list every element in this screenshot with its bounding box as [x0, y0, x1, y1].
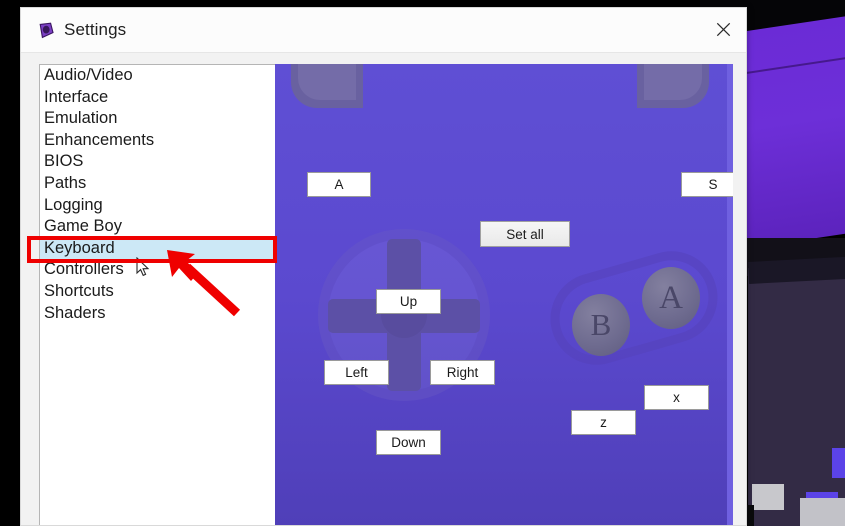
sidebar-item-shaders[interactable]: Shaders: [40, 303, 284, 325]
settings-window: Settings Audio/Video Interface Emulation: [20, 7, 747, 526]
sidebar-item-keyboard[interactable]: Keyboard: [40, 237, 284, 260]
set-all-label: Set all: [506, 226, 544, 242]
close-icon[interactable]: [700, 8, 746, 51]
gamepad-button-b-glyph: B: [590, 307, 612, 342]
settings-category-list[interactable]: Audio/Video Interface Emulation Enhancem…: [39, 64, 285, 525]
binding-field-shoulder-left[interactable]: A: [307, 172, 371, 197]
binding-value: Left: [345, 365, 368, 380]
binding-field-button-b[interactable]: z: [571, 410, 636, 435]
sidebar-item-label: Enhancements: [44, 130, 155, 149]
binding-value: A: [334, 177, 344, 192]
binding-value: Right: [446, 365, 479, 380]
sidebar-item-label: Controllers: [44, 260, 124, 279]
window-content: Audio/Video Interface Emulation Enhancem…: [21, 52, 746, 525]
app-diamond-icon: [36, 21, 55, 40]
binding-value: x: [673, 390, 680, 405]
shoulder-button-right-inner: [644, 64, 702, 100]
set-all-button[interactable]: Set all: [480, 221, 570, 247]
sidebar-item-label: Paths: [44, 173, 87, 192]
binding-field-dpad-left[interactable]: Left: [324, 360, 389, 385]
sidebar-item-controllers[interactable]: Controllers: [40, 259, 284, 281]
sidebar-item-logging[interactable]: Logging: [40, 195, 284, 217]
sidebar-item-shortcuts[interactable]: Shortcuts: [40, 281, 284, 303]
sidebar-item-label: Emulation: [44, 109, 118, 128]
background-grey-block: [752, 484, 784, 510]
sidebar-item-interface[interactable]: Interface: [40, 87, 284, 109]
binding-field-dpad-up[interactable]: Up: [376, 289, 441, 314]
shoulder-button-left-inner: [298, 64, 356, 100]
keyboard-mapping-panel: B A A S Up Left Right Down z x Set all: [273, 64, 733, 525]
sidebar-item-label: Game Boy: [44, 217, 122, 236]
binding-value: Down: [391, 435, 426, 450]
window-title: Settings: [64, 20, 127, 39]
sidebar-item-label: Shortcuts: [44, 281, 114, 300]
binding-field-button-a[interactable]: x: [644, 385, 709, 410]
gamepad-right-edge: [727, 64, 733, 525]
binding-field-dpad-right[interactable]: Right: [430, 360, 495, 385]
sidebar-item-label: BIOS: [44, 152, 84, 171]
sidebar-item-enhancements[interactable]: Enhancements: [40, 130, 284, 152]
binding-value: S: [708, 177, 718, 192]
binding-value: z: [600, 415, 607, 430]
binding-value: Up: [399, 294, 418, 309]
sidebar-item-emulation[interactable]: Emulation: [40, 108, 284, 130]
screen: Settings Audio/Video Interface Emulation: [0, 0, 845, 526]
background-grey-block-small: [800, 498, 845, 526]
background-blue-block: [832, 448, 845, 478]
gamepad-button-a: A: [642, 267, 700, 329]
sidebar-item-paths[interactable]: Paths: [40, 173, 284, 195]
sidebar-item-label: Interface: [44, 87, 109, 106]
sidebar-item-label: Shaders: [44, 303, 106, 322]
sidebar-item-label: Keyboard: [44, 238, 115, 257]
sidebar-item-label: Audio/Video: [44, 66, 133, 84]
sidebar-item-game-boy[interactable]: Game Boy: [40, 216, 284, 238]
gamepad-button-b: B: [572, 294, 630, 356]
sidebar-item-audio-video[interactable]: Audio/Video: [40, 65, 284, 87]
binding-field-dpad-down[interactable]: Down: [376, 430, 441, 455]
binding-field-shoulder-right[interactable]: S: [681, 172, 733, 197]
title-bar: Settings: [21, 8, 746, 53]
sidebar-item-bios[interactable]: BIOS: [40, 151, 284, 173]
sidebar-item-label: Logging: [44, 195, 103, 214]
gamepad-button-a-glyph: A: [659, 279, 683, 316]
